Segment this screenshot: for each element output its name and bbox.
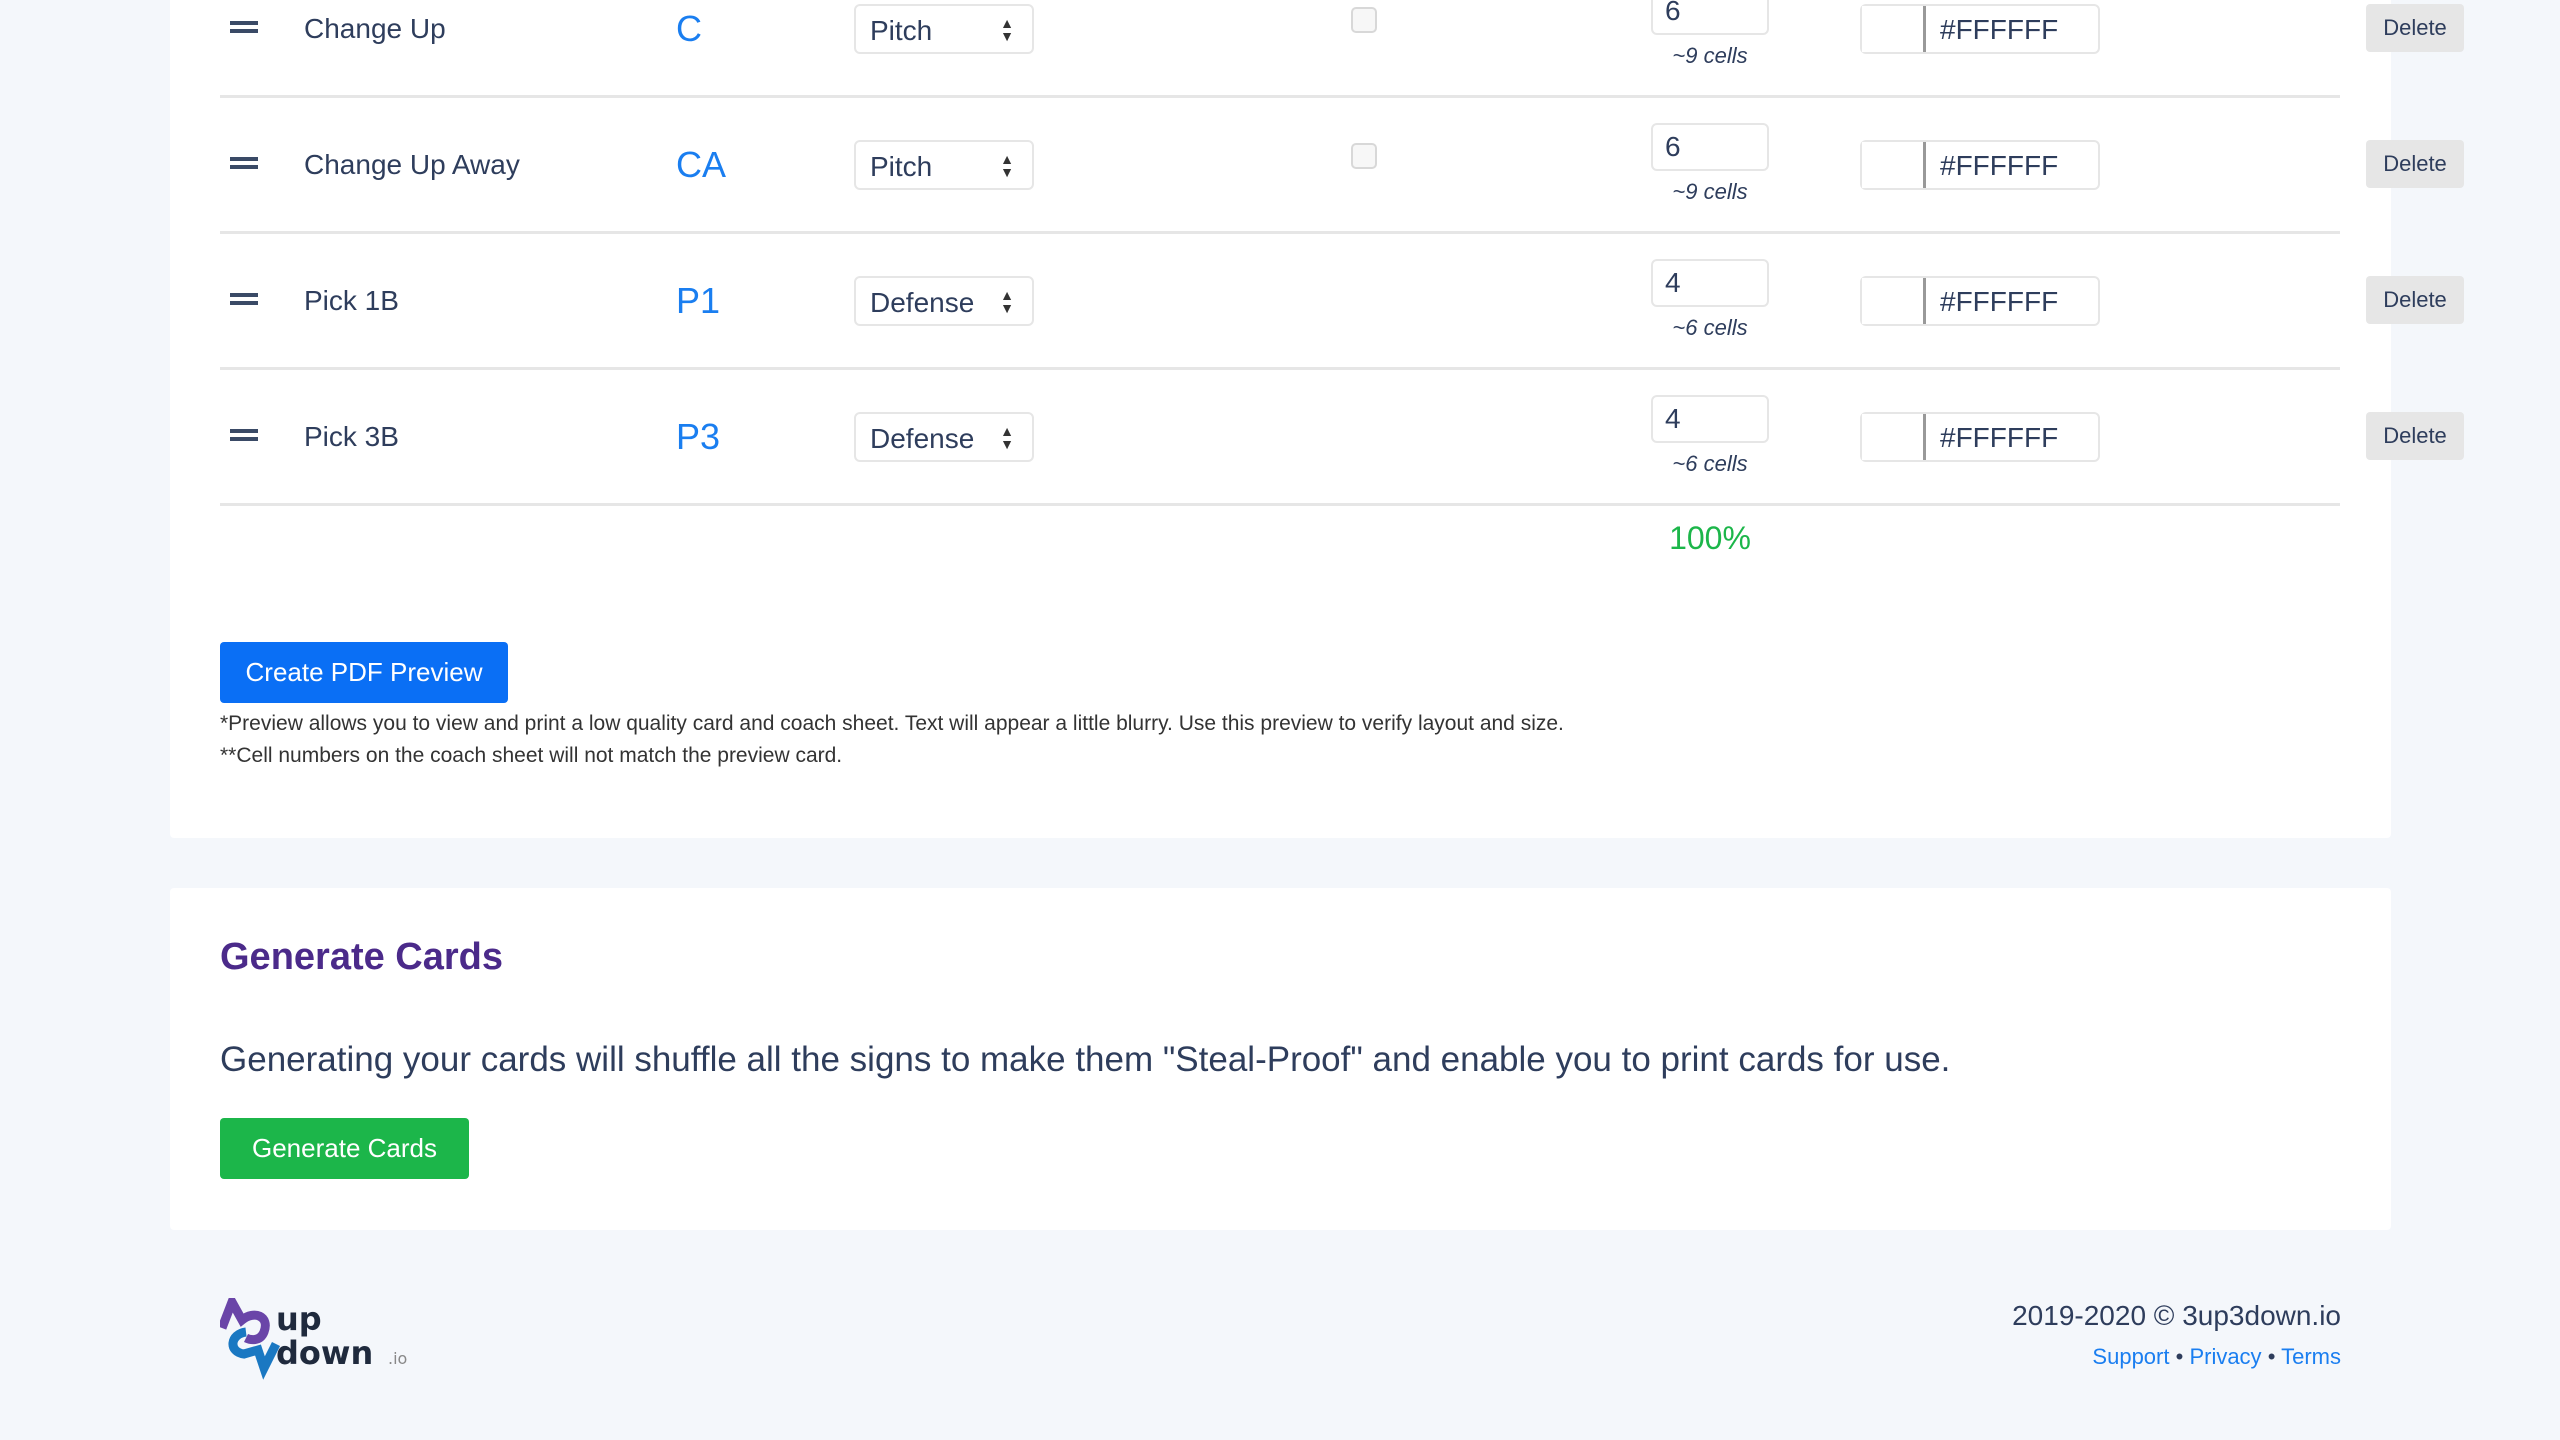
preview-note: *Preview allows you to view and print a … — [220, 712, 1564, 735]
drag-handle-icon[interactable] — [230, 20, 258, 33]
color-swatch[interactable] — [1862, 141, 1926, 188]
sign-type-select[interactable]: Pitch ▲ ▼ — [854, 3, 1034, 54]
footer-links: Support • Privacy • Terms — [2012, 1344, 2341, 1370]
sign-abbreviation: P3 — [676, 415, 721, 457]
svg-text:up: up — [276, 1300, 322, 1338]
color-hex[interactable]: #FFFFFF — [1926, 6, 2072, 52]
cells-estimate: ~6 cells — [1672, 314, 1748, 340]
sign-type-value: Pitch — [870, 14, 933, 46]
sign-row: Pick 3B P3 Defense ▲ ▼ 4 ~6 cells #FFFFFF … — [220, 370, 2464, 506]
drag-handle-icon[interactable] — [230, 292, 258, 305]
sign-type-select[interactable]: Defense ▲ ▼ — [854, 411, 1034, 462]
privacy-link[interactable]: Privacy — [2189, 1344, 2261, 1369]
support-link[interactable]: Support — [2092, 1344, 2169, 1369]
sign-type-value: Pitch — [870, 150, 933, 182]
color-input[interactable]: #FFFFFF — [1860, 411, 2100, 462]
create-pdf-preview-button[interactable]: Create PDF Preview — [220, 642, 508, 703]
delete-button[interactable]: Delete — [2366, 275, 2464, 324]
count-input[interactable]: 4 — [1651, 258, 1769, 307]
sign-abbreviation: C — [676, 7, 702, 49]
cells-estimate: ~9 cells — [1672, 178, 1748, 204]
color-swatch[interactable] — [1862, 413, 1926, 460]
color-swatch[interactable] — [1862, 5, 1926, 52]
sign-abbreviation: CA — [676, 143, 727, 185]
color-input[interactable]: #FFFFFF — [1860, 139, 2100, 190]
delete-button[interactable]: Delete — [2366, 139, 2464, 188]
sign-row: Pick 1B P1 Defense ▲ ▼ 4 ~6 cells #FFFFFF … — [220, 234, 2464, 370]
sign-name: Change Up — [304, 12, 446, 44]
generate-cards-button[interactable]: Generate Cards — [220, 1118, 469, 1179]
color-hex[interactable]: #FFFFFF — [1926, 414, 2072, 460]
count-input[interactable]: 6 — [1651, 122, 1769, 171]
color-input[interactable]: #FFFFFF — [1860, 275, 2100, 326]
select-arrows-icon: ▲ ▼ — [1000, 14, 1014, 44]
copyright: 2019-2020 © 3up3down.io — [2012, 1300, 2341, 1331]
color-input[interactable]: #FFFFFF — [1860, 3, 2100, 54]
color-hex[interactable]: #FFFFFF — [1926, 278, 2072, 324]
sign-type-select[interactable]: Defense ▲ ▼ — [854, 275, 1034, 326]
total-percent: 100% — [1669, 520, 1751, 556]
select-arrows-icon: ▲ ▼ — [1000, 422, 1014, 452]
drag-handle-icon[interactable] — [230, 156, 258, 169]
select-arrows-icon: ▲ ▼ — [1000, 150, 1014, 180]
sign-name: Pick 1B — [304, 284, 399, 316]
sign-name: Change Up Away — [304, 148, 520, 180]
count-input[interactable]: 6 — [1651, 0, 1769, 35]
terms-link[interactable]: Terms — [2281, 1344, 2341, 1369]
cells-estimate: ~6 cells — [1672, 450, 1748, 476]
select-arrows-icon: ▲ ▼ — [1000, 286, 1014, 316]
svg-text:.io: .io — [388, 1349, 407, 1368]
drag-handle-icon[interactable] — [230, 428, 258, 441]
sign-abbreviation: P1 — [676, 279, 721, 321]
svg-text:down: down — [276, 1334, 373, 1372]
cells-estimate: ~9 cells — [1672, 42, 1748, 68]
sign-name: Pick 3B — [304, 420, 399, 452]
delete-button[interactable]: Delete — [2366, 411, 2464, 460]
generate-cards-description: Generating your cards will shuffle all t… — [220, 1040, 1951, 1079]
sign-checkbox[interactable] — [1351, 142, 1377, 169]
sign-row: Change Up C Pitch ▲ ▼ 6 ~9 cells #FFFFFF D… — [220, 0, 2464, 98]
cell-numbers-note: **Cell numbers on the coach sheet will n… — [220, 744, 843, 767]
sign-type-value: Defense — [870, 422, 975, 454]
sign-checkbox[interactable] — [1351, 6, 1377, 33]
count-input[interactable]: 4 — [1651, 394, 1769, 443]
color-swatch[interactable] — [1862, 277, 1926, 324]
signs-card: Change Up C Pitch ▲ ▼ 6 ~9 cells #FFFFFF D… — [170, 0, 2464, 838]
separator: • — [2267, 1344, 2276, 1369]
sign-type-value: Defense — [870, 286, 975, 318]
delete-button[interactable]: Delete — [2366, 3, 2464, 52]
sign-row: Change Up Away CA Pitch ▲ ▼ 6 ~9 cells #FF… — [220, 98, 2464, 234]
logo-icon: up down .io — [217, 1291, 407, 1380]
generate-cards-card: Generate Cards Generating your cards wil… — [170, 888, 2391, 1230]
sign-type-select[interactable]: Pitch ▲ ▼ — [854, 139, 1034, 190]
color-hex[interactable]: #FFFFFF — [1926, 142, 2072, 188]
logo: up down .io — [217, 1291, 410, 1387]
generate-cards-title: Generate Cards — [220, 936, 504, 978]
separator: • — [2175, 1344, 2184, 1369]
